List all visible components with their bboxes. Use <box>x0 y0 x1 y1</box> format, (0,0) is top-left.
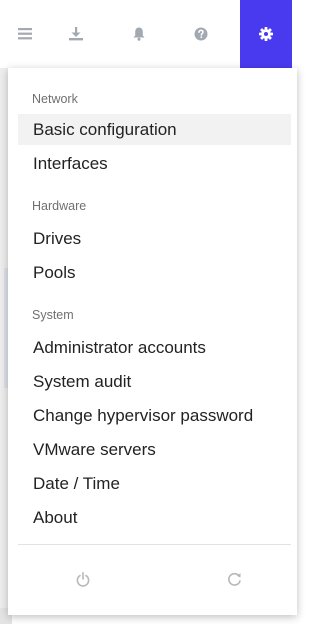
menu-icon <box>18 28 32 40</box>
help-icon <box>194 27 208 41</box>
menu-item-pools[interactable]: Pools <box>18 257 291 288</box>
group-label-system: System <box>32 308 74 322</box>
menu-divider <box>18 544 291 545</box>
refresh-button[interactable] <box>212 557 256 601</box>
menu-item-administrator-accounts[interactable]: Administrator accounts <box>18 332 291 363</box>
group-label-network: Network <box>32 92 78 106</box>
bell-icon <box>133 27 145 41</box>
notifications-button[interactable] <box>114 0 164 68</box>
download-button[interactable] <box>51 0 101 68</box>
settings-button[interactable] <box>240 0 292 68</box>
menu-item-about[interactable]: About <box>18 502 291 533</box>
top-toolbar <box>0 0 297 68</box>
settings-dropdown-menu: Network Basic configuration Interfaces H… <box>8 68 297 615</box>
menu-button[interactable] <box>0 0 50 68</box>
power-icon <box>76 571 90 587</box>
menu-item-vmware-servers[interactable]: VMware servers <box>18 434 291 465</box>
gear-icon <box>259 27 273 41</box>
menu-item-basic-configuration[interactable]: Basic configuration <box>18 114 291 145</box>
help-button[interactable] <box>176 0 226 68</box>
download-icon <box>69 27 83 41</box>
power-button[interactable] <box>61 557 105 601</box>
refresh-icon <box>227 572 241 586</box>
menu-item-change-hypervisor-password[interactable]: Change hypervisor password <box>18 400 291 431</box>
menu-item-drives[interactable]: Drives <box>18 223 291 254</box>
menu-item-system-audit[interactable]: System audit <box>18 366 291 397</box>
group-label-hardware: Hardware <box>32 199 87 213</box>
menu-item-date-time[interactable]: Date / Time <box>18 468 291 499</box>
menu-item-interfaces[interactable]: Interfaces <box>18 148 291 179</box>
